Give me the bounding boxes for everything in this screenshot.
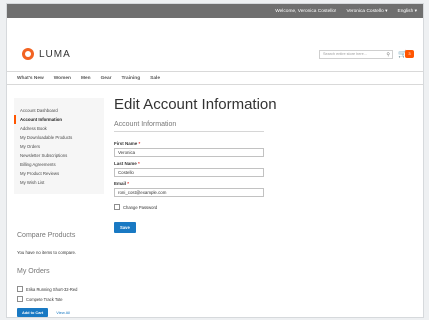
change-password-label[interactable]: Change Password bbox=[123, 205, 157, 210]
search-placeholder: Search entire store here... bbox=[323, 52, 367, 56]
order-item-checkbox[interactable] bbox=[17, 296, 23, 302]
list-item[interactable]: Compete Track Tote bbox=[17, 294, 77, 304]
cart-count-badge: 3 bbox=[405, 50, 414, 58]
email-label-text: Email bbox=[114, 181, 127, 186]
welcome-text: Welcome, Veronica Costello! bbox=[275, 8, 337, 14]
sidebar-item-downloadable-products[interactable]: My Downloadable Products bbox=[14, 133, 104, 142]
last-name-label: Last Name * bbox=[114, 161, 414, 166]
logo-text: LUMA bbox=[39, 48, 71, 60]
nav-item-training[interactable]: Training bbox=[122, 76, 141, 81]
order-item-name[interactable]: Compete Track Tote bbox=[26, 297, 63, 302]
sidebar-item-product-reviews[interactable]: My Product Reviews bbox=[14, 169, 104, 178]
required-asterisk: * bbox=[138, 141, 141, 146]
add-to-cart-button[interactable]: Add to Cart bbox=[17, 308, 49, 317]
sidebar-item-newsletter-subscriptions[interactable]: Newsletter Subscriptions bbox=[14, 151, 104, 160]
sidebar-item-address-book[interactable]: Address Book bbox=[14, 124, 104, 133]
section-title-account-information: Account Information bbox=[114, 121, 264, 132]
search-icon[interactable]: ⚲ bbox=[386, 52, 390, 59]
sidebar-item-billing-agreements[interactable]: Billing Agreements bbox=[14, 160, 104, 169]
save-button[interactable]: Save bbox=[114, 222, 136, 233]
change-password-checkbox[interactable] bbox=[114, 204, 120, 210]
list-item[interactable]: Erika Running Short-32-Red bbox=[17, 284, 77, 294]
order-item-name[interactable]: Erika Running Short-32-Red bbox=[26, 287, 77, 292]
first-name-field[interactable]: Veronica bbox=[114, 148, 264, 157]
sidebar-item-account-information[interactable]: Account Information bbox=[14, 115, 104, 124]
order-actions: Add to Cart View All bbox=[17, 308, 70, 317]
required-asterisk: * bbox=[138, 161, 140, 166]
browser-viewport: Welcome, Veronica Costello! Veronica Cos… bbox=[7, 4, 423, 317]
nav-item-whats-new[interactable]: What's New bbox=[17, 76, 44, 81]
nav-item-gear[interactable]: Gear bbox=[101, 76, 112, 81]
compare-products-title: Compare Products bbox=[17, 232, 76, 239]
recent-orders-list: Erika Running Short-32-Red Compete Track… bbox=[17, 284, 77, 304]
last-name-field[interactable]: Costello bbox=[114, 168, 264, 177]
email-label: Email * bbox=[114, 181, 414, 186]
page-title: Edit Account Information bbox=[114, 96, 277, 113]
order-item-checkbox[interactable] bbox=[17, 286, 23, 292]
search-input[interactable]: Search entire store here... ⚲ bbox=[319, 50, 393, 59]
account-sidebar: Account Dashboard Account Information Ad… bbox=[14, 98, 104, 194]
required-asterisk: * bbox=[127, 181, 130, 186]
my-orders-title: My Orders bbox=[17, 268, 50, 275]
email-field[interactable]: roni_cost@example.com bbox=[114, 188, 264, 197]
first-name-label-text: First Name bbox=[114, 141, 138, 146]
nav-item-sale[interactable]: Sale bbox=[150, 76, 160, 81]
nav-item-women[interactable]: Women bbox=[54, 76, 71, 81]
compare-empty-text: You have no items to compare. bbox=[17, 250, 77, 255]
first-name-label: First Name * bbox=[114, 141, 414, 146]
sidebar-item-wish-list[interactable]: My Wish List bbox=[14, 178, 104, 187]
main-content: Edit Account Information Account Informa… bbox=[114, 96, 414, 234]
logo[interactable]: LUMA bbox=[22, 48, 71, 60]
site-header: LUMA Search entire store here... ⚲ 🛒 3 bbox=[7, 18, 423, 65]
main-navigation: What's New Women Men Gear Training Sale bbox=[7, 71, 423, 85]
sidebar-item-my-orders[interactable]: My Orders bbox=[14, 142, 104, 151]
nav-item-men[interactable]: Men bbox=[81, 76, 91, 81]
account-menu[interactable]: Veronica Costello ▾ bbox=[346, 9, 387, 14]
change-password-row[interactable]: Change Password bbox=[114, 204, 414, 210]
language-switcher[interactable]: English ▾ bbox=[398, 9, 417, 14]
last-name-label-text: Last Name bbox=[114, 161, 137, 166]
luma-logo-icon bbox=[22, 48, 34, 60]
view-all-link[interactable]: View All bbox=[56, 310, 70, 315]
sidebar-item-account-dashboard[interactable]: Account Dashboard bbox=[14, 106, 104, 115]
top-bar: Welcome, Veronica Costello! Veronica Cos… bbox=[7, 4, 423, 18]
